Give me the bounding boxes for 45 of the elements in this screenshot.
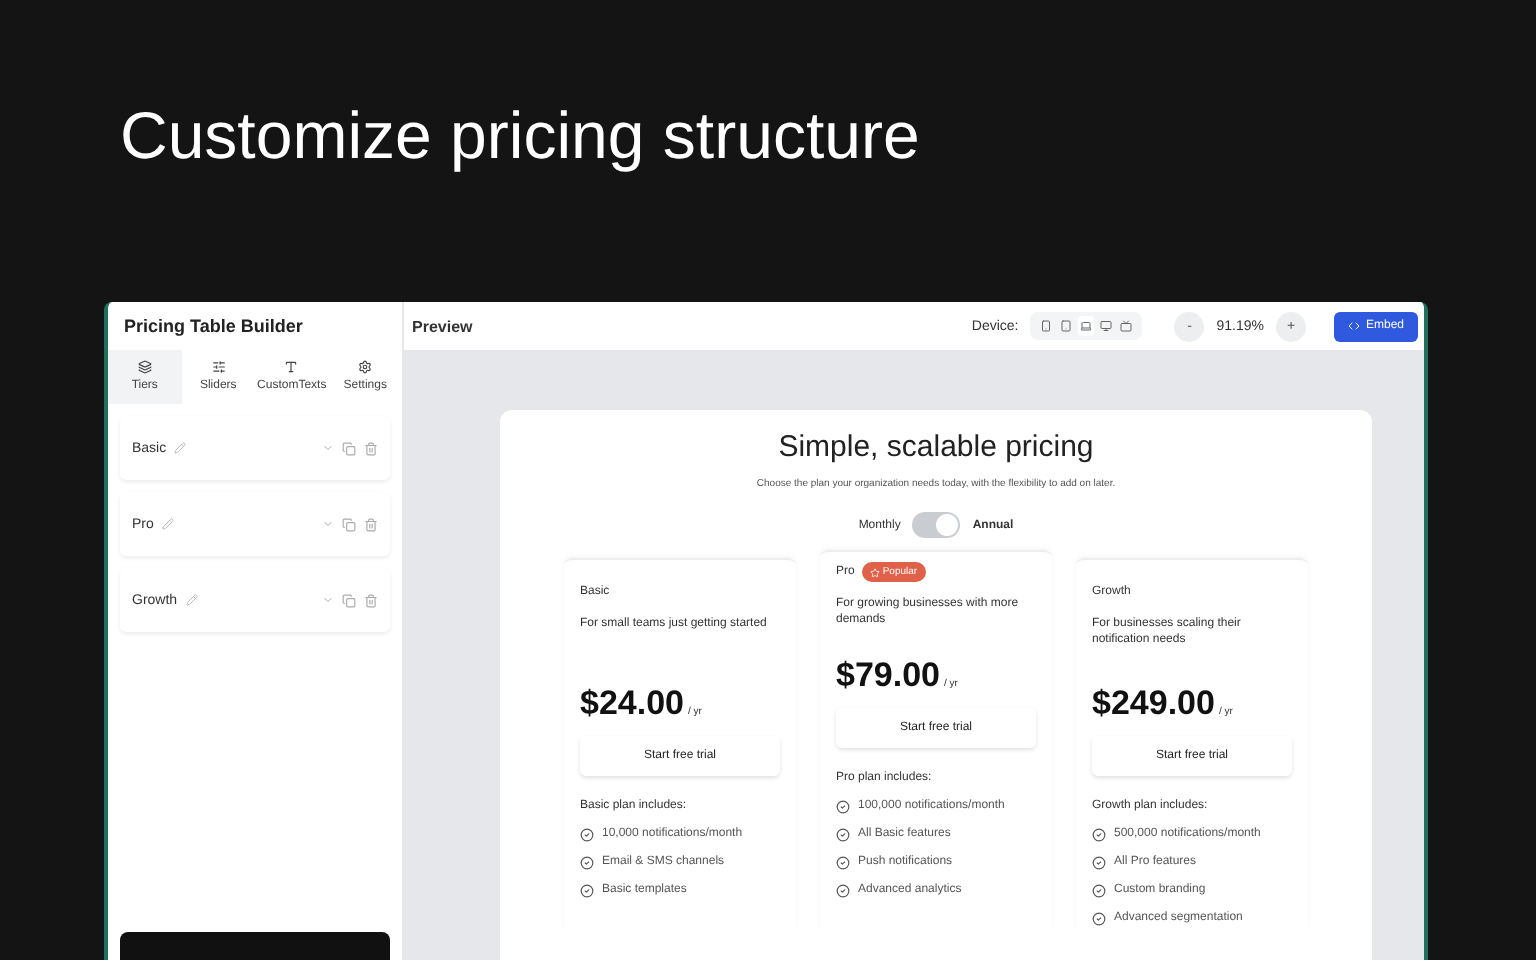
copy-icon[interactable] [342,593,356,607]
device-button[interactable] [1078,316,1095,336]
tablet-icon [1060,320,1073,332]
device-button[interactable] [1118,316,1135,336]
check-icon [1092,911,1106,925]
plan-price: $24.00 [580,684,684,724]
star-icon [870,567,881,577]
settings-icon [358,360,373,374]
plan-price: $79.00 [836,656,940,696]
trash-icon[interactable] [364,593,378,607]
check-icon [580,827,594,841]
tv-icon [1120,320,1133,332]
chevron-icon[interactable] [322,442,334,454]
check-icon [836,883,850,897]
edit-icon[interactable] [161,518,174,530]
check-icon [836,799,850,813]
text-icon [284,360,299,374]
preview-title: Preview [412,317,475,335]
check-icon [580,855,594,869]
copy-icon[interactable] [342,517,356,531]
headline: Customize pricing structure [120,96,922,176]
billing-toggle[interactable] [912,512,961,538]
check-icon [1092,827,1106,841]
edit-icon[interactable] [185,594,198,606]
trash-icon[interactable] [364,441,378,455]
code-icon [1347,320,1360,332]
check-icon [836,855,850,869]
chevron-icon[interactable] [322,594,334,606]
edit-icon[interactable] [174,442,187,454]
sliders-icon [211,360,226,374]
phone-icon [1040,320,1053,332]
trash-icon[interactable] [364,517,378,531]
copy-icon[interactable] [342,441,356,455]
plan-price: $249.00 [1092,684,1215,724]
chevron-icon[interactable] [322,518,334,530]
pricing-title: Simple, scalable pricing [778,430,1094,464]
layers-icon [137,360,152,374]
device-button[interactable] [1038,316,1055,336]
sidebar-title: Pricing Table Builder [122,314,305,340]
check-icon [1092,855,1106,869]
check-icon [836,827,850,841]
check-icon [1092,883,1106,897]
laptop-icon [1080,320,1093,332]
check-icon [580,883,594,897]
monitor-icon [1100,320,1113,332]
